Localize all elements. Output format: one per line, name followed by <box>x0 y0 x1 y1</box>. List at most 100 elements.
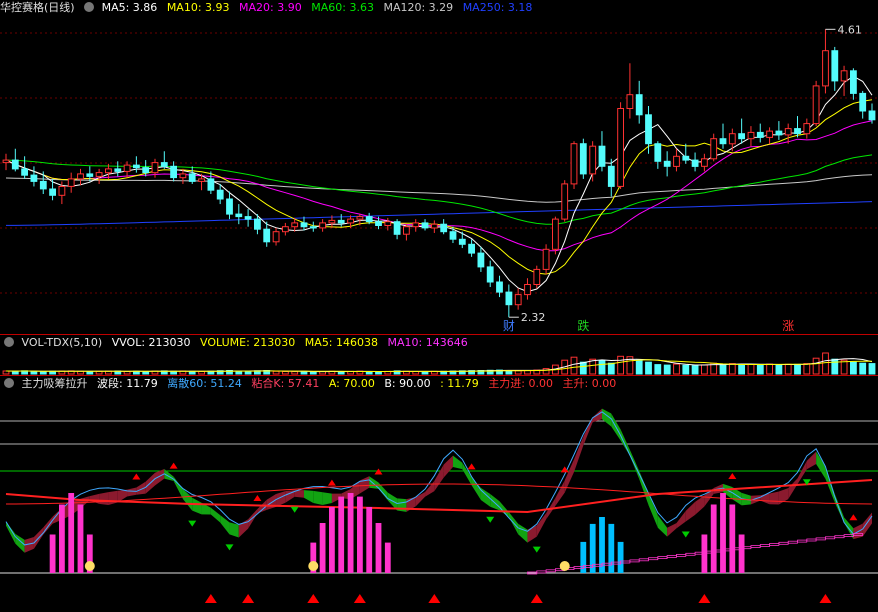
wave-band <box>248 509 258 529</box>
settings-gear-icon[interactable] <box>4 337 14 347</box>
volume-bar <box>282 371 289 375</box>
indicator-chart[interactable] <box>0 376 878 612</box>
candle-body <box>77 173 84 180</box>
signal-triangle <box>204 594 217 603</box>
volume-bar <box>831 358 839 375</box>
candle-body <box>49 188 57 196</box>
candle-body <box>347 218 355 224</box>
volume-bar <box>244 370 252 375</box>
accumulation-bar <box>375 523 382 573</box>
ma250-line <box>6 201 873 226</box>
candle-body <box>579 143 587 175</box>
sell-arrow <box>290 506 299 513</box>
ma5-legend: MA5: 3.86 <box>101 1 158 14</box>
candle-body <box>812 85 820 125</box>
candle-body <box>747 131 755 140</box>
candle-body <box>282 226 289 233</box>
vvol-value: VVOL: 213030 <box>111 336 191 349</box>
volume-bar <box>784 363 792 375</box>
candle-body <box>114 168 122 172</box>
volume-bar <box>663 364 671 375</box>
candle-body <box>738 133 746 140</box>
wave-band <box>676 510 686 529</box>
accumulation-bar <box>608 523 615 573</box>
accumulation-bar <box>319 523 326 573</box>
volume-bar <box>598 360 606 375</box>
candle-body <box>207 178 215 191</box>
stair-step <box>787 540 798 544</box>
stair-step <box>815 537 826 541</box>
stair-step <box>629 559 640 563</box>
candle-body <box>822 50 829 87</box>
candle-body <box>30 174 38 182</box>
candle-body <box>859 92 867 112</box>
wave-band <box>443 455 453 478</box>
candle-body <box>263 228 271 243</box>
candle-body <box>431 223 438 229</box>
candle-body <box>39 180 47 190</box>
candle-body <box>542 248 550 270</box>
accumulation-bar <box>384 542 391 573</box>
zs-value: 主升: 0.00 <box>562 377 617 390</box>
volume-bar <box>747 364 755 375</box>
settings-gear-icon[interactable] <box>4 378 14 388</box>
accumulation-bar <box>347 493 354 573</box>
candle-body <box>840 70 848 82</box>
wave-band <box>816 451 826 479</box>
wave-band <box>862 512 872 537</box>
candle-body <box>654 143 662 162</box>
candle-body <box>319 222 327 229</box>
candle-body <box>309 226 317 229</box>
candle-body <box>421 222 429 229</box>
accumulation-bar <box>710 504 717 573</box>
accumulation-bar <box>77 504 84 573</box>
wave-band <box>695 495 705 515</box>
wave-band <box>769 491 779 505</box>
volume-bar <box>309 371 317 375</box>
money-bag-icon <box>84 561 95 571</box>
price-chart[interactable]: 4.61 2.32 财 跌 涨 <box>0 0 878 334</box>
wave-band <box>303 490 314 503</box>
volume-bar <box>868 363 876 375</box>
bo-value: 波段: 11.79 <box>97 377 158 390</box>
candle-body <box>2 159 10 164</box>
settings-gear-icon[interactable] <box>84 2 95 12</box>
volume-bar <box>579 361 587 375</box>
event-marker: 财 <box>503 319 515 333</box>
volume-bar <box>803 363 811 375</box>
candle-body <box>514 294 522 306</box>
volume-bar <box>775 364 783 375</box>
candle-body <box>691 159 699 167</box>
a-value: A: 70.00 <box>328 377 375 390</box>
stair-step <box>676 553 687 557</box>
volume-bar <box>756 364 764 375</box>
candle-body <box>784 128 792 136</box>
volume-bar <box>291 371 299 375</box>
wave-band <box>108 490 118 505</box>
candle-body <box>775 130 783 136</box>
candle-body <box>95 172 103 177</box>
candle-body <box>570 143 578 185</box>
candle-body <box>188 173 196 182</box>
candle-body <box>505 291 513 306</box>
candle-body <box>179 173 187 179</box>
high-price-label: 4.61 <box>837 23 862 36</box>
candle-body <box>803 123 811 135</box>
candle-body <box>384 221 392 226</box>
wave-band <box>154 469 165 486</box>
candle-body <box>468 243 476 254</box>
wave-band <box>518 523 528 543</box>
candle-body <box>393 221 401 235</box>
stair-step <box>778 541 789 545</box>
candle-body <box>626 94 634 109</box>
money-bag-icon <box>559 561 570 571</box>
stair-step <box>666 555 677 558</box>
buy-arrow <box>132 473 141 480</box>
wave-band <box>397 498 407 512</box>
volume-bar <box>812 357 820 375</box>
volume-bar <box>607 362 615 375</box>
candle-body <box>756 131 764 138</box>
candle-body <box>635 94 643 116</box>
signal-triangle <box>530 594 543 603</box>
candlesticks <box>2 29 876 318</box>
